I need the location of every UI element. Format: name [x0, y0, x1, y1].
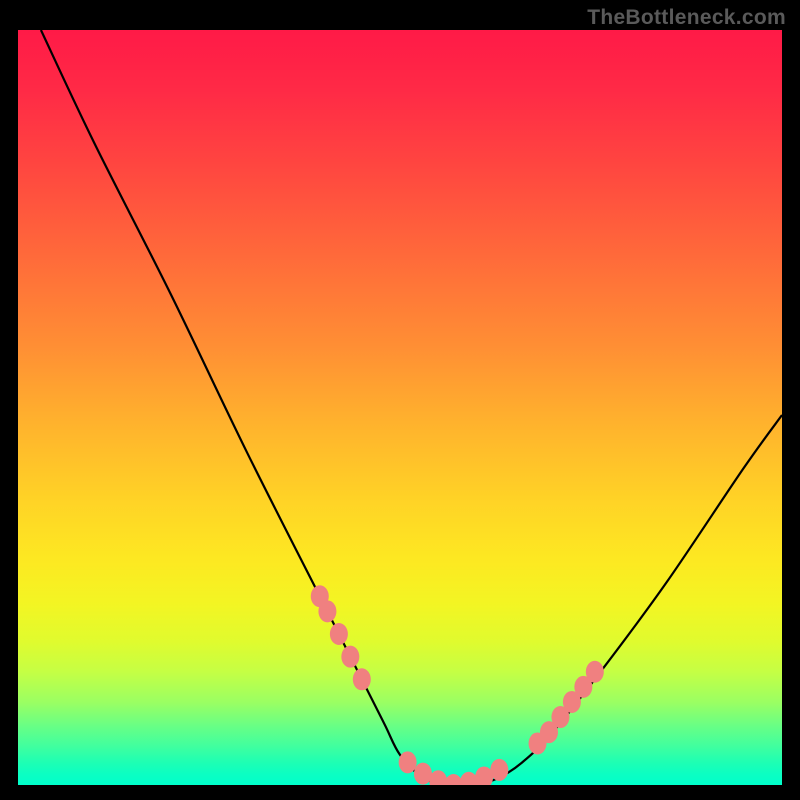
curve-marker: [490, 759, 508, 781]
curve-marker: [399, 751, 417, 773]
curve-marker: [586, 661, 604, 683]
curve-marker: [460, 772, 478, 785]
watermark-text: TheBottleneck.com: [587, 6, 786, 30]
curve-markers: [311, 585, 604, 785]
curve-marker: [429, 770, 447, 785]
curve-marker: [341, 646, 359, 668]
curve-marker: [353, 668, 371, 690]
chart-svg-layer: [18, 30, 782, 785]
bottleneck-curve-line: [41, 30, 782, 785]
curve-marker: [330, 623, 348, 645]
curve-marker: [318, 600, 336, 622]
bottleneck-chart: [18, 30, 782, 785]
